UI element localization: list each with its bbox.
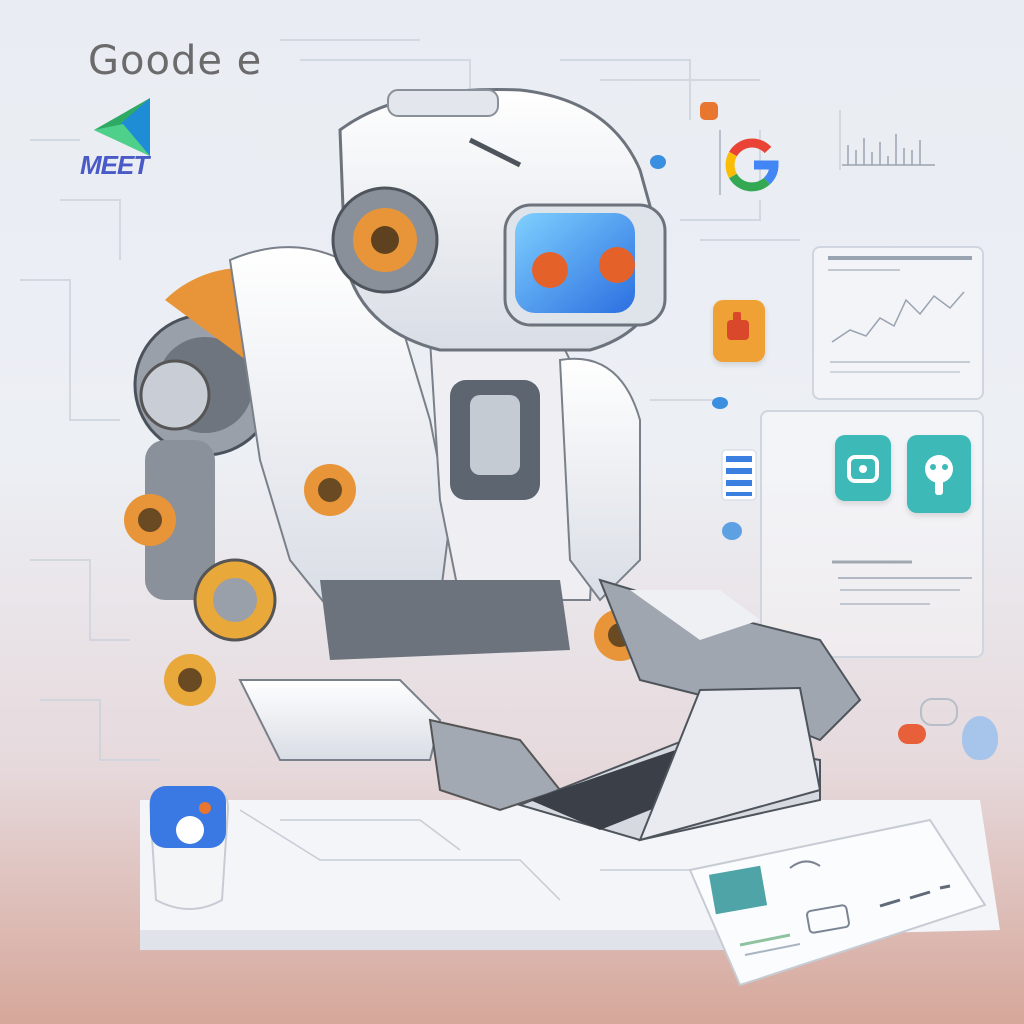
robot-head (331, 88, 667, 352)
robot-illustration (124, 88, 987, 987)
illustration-scene: Goode e MEET (0, 0, 1024, 1024)
paper-document (688, 818, 987, 987)
smart-speaker-icon (148, 786, 230, 910)
robot-right-arm (558, 357, 862, 742)
laptop (516, 686, 822, 842)
